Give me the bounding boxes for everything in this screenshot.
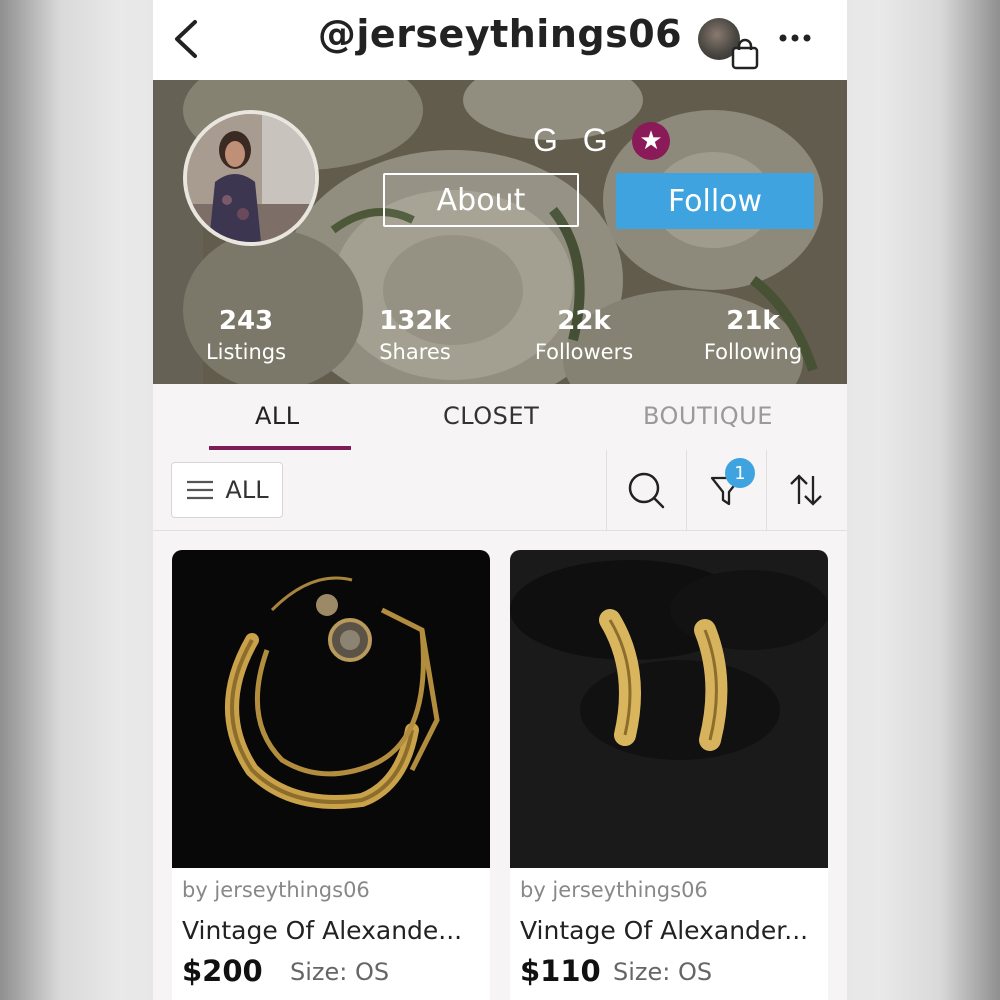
more-dots-icon[interactable] xyxy=(777,28,813,48)
stat-value: 132k xyxy=(379,306,451,336)
category-all-button[interactable]: ALL xyxy=(171,462,283,518)
profile-screen: @jerseythings06 G G ★ About Follow 243 L… xyxy=(153,0,847,1000)
listing-size: Size: OS xyxy=(290,958,390,986)
listing-price: $200 xyxy=(182,954,263,988)
divider xyxy=(766,450,767,530)
listing-image[interactable] xyxy=(510,550,828,868)
filter-count-badge: 1 xyxy=(725,458,755,488)
seller-name[interactable]: by jerseythings06 xyxy=(182,878,370,902)
about-button[interactable]: About xyxy=(383,173,579,227)
display-name: G G xyxy=(533,122,616,158)
closet-tabs: ALL CLOSET BOUTIQUE xyxy=(153,384,847,451)
listing-card[interactable]: by jerseythings06 Vintage Of Alexander..… xyxy=(510,550,828,1000)
star-icon: ★ xyxy=(632,122,670,160)
listing-card[interactable]: by jerseythings06 Vintage Of Alexande...… xyxy=(172,550,490,1000)
stat-listings[interactable]: 243 Listings xyxy=(171,306,321,368)
seller-name[interactable]: by jerseythings06 xyxy=(520,878,708,902)
profile-avatar[interactable] xyxy=(183,110,319,246)
listing-image[interactable] xyxy=(172,550,490,868)
tab-all[interactable]: ALL xyxy=(255,402,300,430)
listing-title[interactable]: Vintage Of Alexander... xyxy=(520,916,808,945)
menu-icon xyxy=(187,480,214,500)
stat-label: Following xyxy=(703,340,803,364)
stat-following[interactable]: 21k Following xyxy=(678,306,828,368)
listing-price: $110 xyxy=(520,954,601,988)
stat-value: 243 xyxy=(218,306,274,336)
profile-banner: G G ★ About Follow 243 Listings 132k Sha… xyxy=(153,80,847,384)
listing-title[interactable]: Vintage Of Alexande... xyxy=(182,916,462,945)
stat-value: 21k xyxy=(726,306,780,336)
listing-size: Size: OS xyxy=(613,958,713,986)
stat-value: 22k xyxy=(557,306,611,336)
shopping-bag-icon[interactable] xyxy=(730,38,760,70)
stat-followers[interactable]: 22k Followers xyxy=(509,306,659,368)
stat-shares[interactable]: 132k Shares xyxy=(340,306,490,368)
tab-closet[interactable]: CLOSET xyxy=(443,402,539,430)
stat-label: Shares xyxy=(379,340,451,364)
tab-boutique[interactable]: BOUTIQUE xyxy=(643,402,773,430)
filter-bar: ALL 1 xyxy=(153,450,847,531)
follow-button[interactable]: Follow xyxy=(616,173,814,229)
sort-icon[interactable] xyxy=(786,470,826,510)
category-all-label: ALL xyxy=(225,476,269,504)
top-bar: @jerseythings06 xyxy=(153,0,847,80)
search-icon[interactable] xyxy=(626,470,666,510)
stat-label: Listings xyxy=(205,340,287,364)
divider xyxy=(606,450,607,530)
divider xyxy=(686,450,687,530)
stat-label: Followers xyxy=(534,340,634,364)
